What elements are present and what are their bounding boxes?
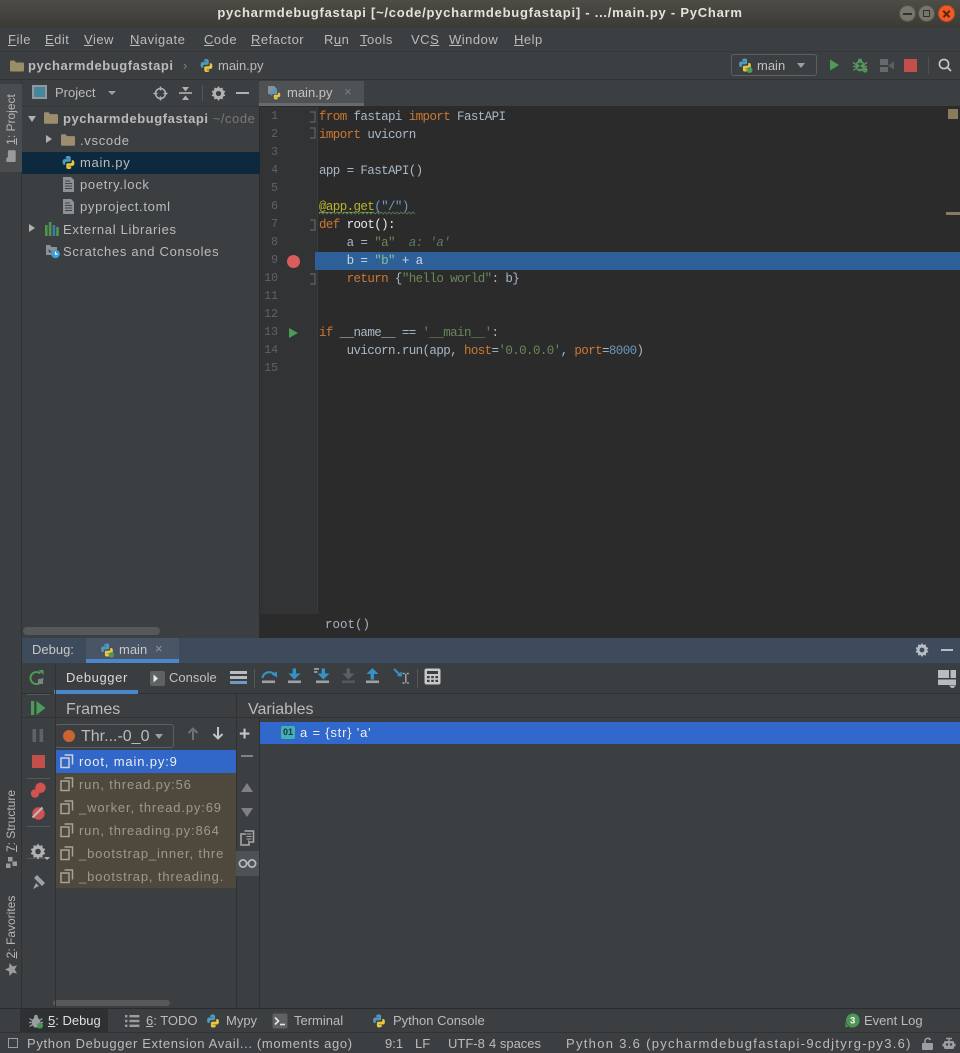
svg-text:3: 3: [850, 1016, 855, 1027]
